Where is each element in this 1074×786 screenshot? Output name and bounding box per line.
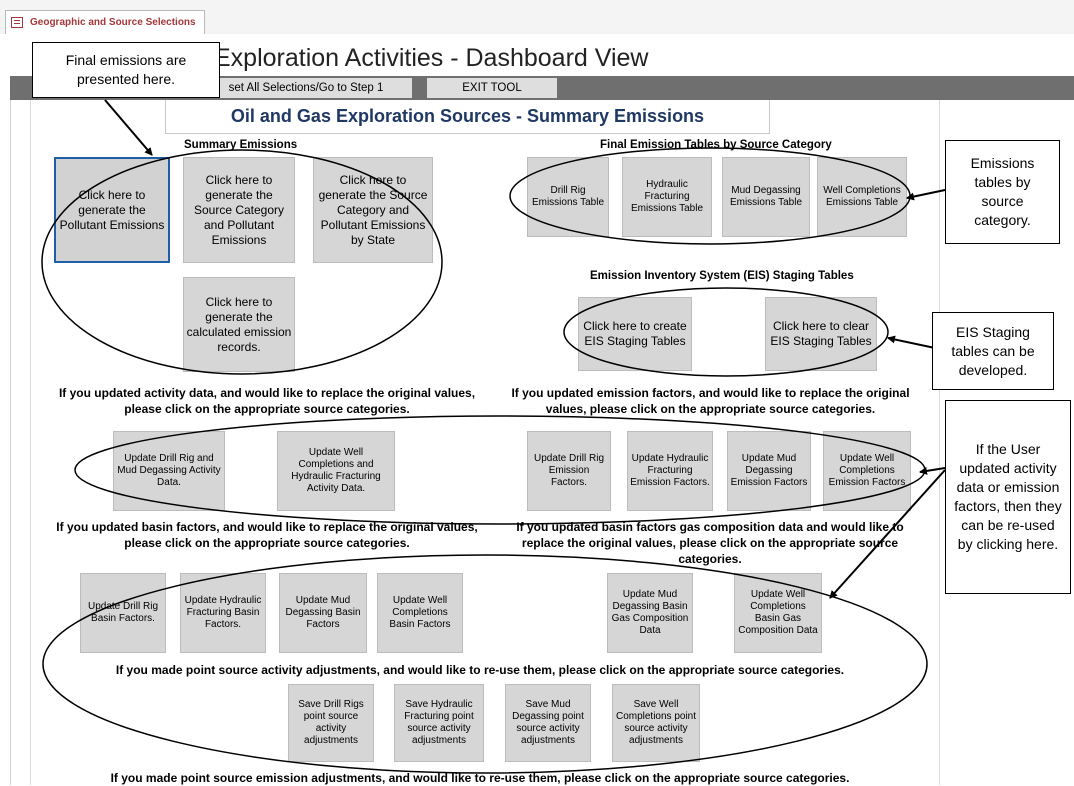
callout-eis-staging: EIS Staging tables can be developed.: [932, 312, 1054, 390]
exit-tool-button[interactable]: EXIT TOOL: [427, 78, 557, 98]
form-icon: [11, 17, 23, 28]
point-activity-instructions: If you made point source activity adjust…: [115, 663, 845, 677]
callout-tables-by-category: Emissions tables by source category.: [945, 140, 1060, 244]
update-well-gas-composition-button[interactable]: Update Well Completions Basin Gas Compos…: [734, 573, 822, 653]
callout-final-emissions: Final emissions are presented here.: [32, 42, 220, 98]
save-mud-adjustments-button[interactable]: Save Mud Degassing point source activity…: [505, 684, 591, 762]
update-drill-rig-basin-factors-button[interactable]: Update Drill Rig Basin Factors.: [80, 573, 166, 653]
form-title: Exploration Activities - Dashboard View: [214, 44, 649, 72]
final-tables-heading: Final Emission Tables by Source Category: [600, 139, 832, 151]
update-mud-emission-factors-button[interactable]: Update Mud Degassing Emission Factors: [727, 431, 811, 511]
summary-title: Oil and Gas Exploration Sources - Summar…: [165, 100, 770, 134]
callout-final-emissions-text: Final emissions are presented here.: [65, 52, 187, 87]
reset-selections-button[interactable]: set All Selections/Go to Step 1: [200, 78, 412, 98]
eis-staging-heading: Emission Inventory System (EIS) Staging …: [590, 270, 854, 282]
callout-reuse: If the User updated activity data or emi…: [945, 400, 1071, 594]
update-drill-rig-emission-factors-button[interactable]: Update Drill Rig Emission Factors.: [527, 431, 611, 511]
basin-factors-instructions: If you updated basin factors, and would …: [56, 520, 478, 550]
point-emission-instructions: If you made point source emission adjust…: [110, 771, 850, 785]
update-mud-basin-factors-button[interactable]: Update Mud Degassing Basin Factors: [279, 573, 367, 653]
update-well-hf-activity-button[interactable]: Update Well Completions and Hydraulic Fr…: [277, 431, 395, 511]
callout-tables-by-category-text: Emissions tables by source category.: [970, 155, 1035, 228]
update-hf-emission-factors-button[interactable]: Update Hydraulic Fracturing Emission Fac…: [627, 431, 713, 511]
callout-eis-staging-text: EIS Staging tables can be developed.: [951, 323, 1035, 378]
update-mud-gas-composition-button[interactable]: Update Mud Degassing Basin Gas Compositi…: [607, 573, 693, 653]
hydraulic-fracturing-emissions-table-button[interactable]: Hydraulic Fracturing Emissions Table: [622, 157, 712, 237]
update-well-emission-factors-button[interactable]: Update Well Completions Emission Factors: [823, 431, 911, 511]
generate-source-category-emissions-button[interactable]: Click here to generate the Source Catego…: [183, 157, 295, 263]
save-drill-rig-adjustments-button[interactable]: Save Drill Rigs point source activity ad…: [288, 684, 374, 762]
emission-factors-instructions: If you updated emission factors, and wou…: [511, 386, 910, 416]
summary-emissions-heading: Summary Emissions: [184, 139, 298, 151]
clear-eis-staging-tables-button[interactable]: Click here to clear EIS Staging Tables: [765, 297, 877, 371]
generate-calculated-records-button[interactable]: Click here to generate the calculated em…: [183, 277, 295, 372]
activity-data-instructions: If you updated activity data, and would …: [58, 386, 476, 416]
gas-composition-instructions: If you updated basin factors gas composi…: [516, 520, 904, 566]
update-hf-basin-factors-button[interactable]: Update Hydraulic Fracturing Basin Factor…: [180, 573, 266, 653]
drill-rig-emissions-table-button[interactable]: Drill Rig Emissions Table: [527, 157, 609, 237]
generate-pollutant-emissions-button[interactable]: Click here to generate the Pollutant Emi…: [54, 157, 170, 263]
mud-degassing-emissions-table-button[interactable]: Mud Degassing Emissions Table: [722, 157, 810, 237]
tab-label: Geographic and Source Selections: [30, 17, 196, 28]
tab-geographic-source-selections[interactable]: Geographic and Source Selections: [5, 10, 205, 34]
save-well-adjustments-button[interactable]: Save Well Completions point source activ…: [612, 684, 700, 762]
generate-emissions-by-state-button[interactable]: Click here to generate the Source Catego…: [313, 157, 433, 263]
well-completions-emissions-table-button[interactable]: Well Completions Emissions Table: [817, 157, 907, 237]
update-well-basin-factors-button[interactable]: Update Well Completions Basin Factors: [377, 573, 463, 653]
create-eis-staging-tables-button[interactable]: Click here to create EIS Staging Tables: [578, 297, 692, 371]
callout-reuse-text: If the User updated activity data or emi…: [954, 441, 1062, 552]
save-hf-adjustments-button[interactable]: Save Hydraulic Fracturing point source a…: [394, 684, 484, 762]
update-drill-mud-activity-button[interactable]: Update Drill Rig and Mud Degassing Activ…: [113, 431, 225, 511]
